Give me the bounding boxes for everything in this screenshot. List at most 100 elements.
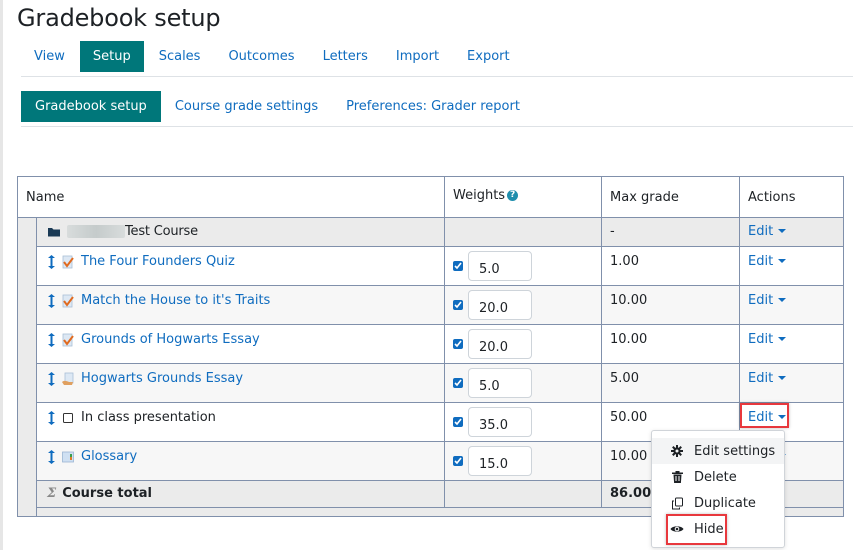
assignment-icon — [62, 372, 74, 385]
indent-column — [17, 217, 37, 517]
total-name-cell: Σ Course total — [35, 480, 446, 508]
item-link[interactable]: Glossary — [81, 449, 137, 464]
weight-input[interactable] — [468, 446, 533, 476]
sigma-icon: Σ — [47, 486, 57, 501]
trash-icon — [670, 471, 684, 483]
move-icon[interactable] — [48, 449, 55, 464]
header-weights-label: Weights — [453, 188, 506, 203]
move-icon[interactable] — [48, 371, 55, 386]
menu-item-duplicate[interactable]: Duplicate — [652, 490, 784, 516]
tab-setup[interactable]: Setup — [79, 41, 144, 72]
item-max-grade: 10.00 — [601, 285, 741, 325]
setup-subtabs: Gradebook setup Course grade settings Pr… — [21, 91, 534, 122]
item-name-cell: Hogwarts Grounds Essay — [35, 363, 446, 403]
subtab-gradebook-setup[interactable]: Gradebook setup — [21, 91, 161, 122]
tab-view[interactable]: View — [21, 41, 78, 72]
tab-outcomes[interactable]: Outcomes — [215, 41, 307, 72]
eye-icon — [670, 524, 684, 534]
weight-input[interactable] — [468, 290, 533, 320]
header-max-grade: Max grade — [601, 176, 741, 218]
caret-down-icon — [778, 297, 787, 302]
item-max-grade: 5.00 — [601, 363, 741, 403]
edit-actions-dropdown: Edit settings Delete Duplicate Hide — [651, 430, 785, 548]
tab-export[interactable]: Export — [454, 41, 523, 72]
item-edit-menu-button[interactable]: Edit — [748, 293, 787, 308]
quiz-icon — [62, 255, 74, 268]
edit-label: Edit — [748, 293, 774, 308]
glossary-icon — [62, 451, 74, 462]
caret-down-icon — [778, 336, 787, 341]
category-edit-menu-button[interactable]: Edit — [748, 224, 787, 239]
menu-item-hide[interactable]: Hide — [652, 516, 784, 542]
item-edit-menu-button-open[interactable]: Edit — [748, 410, 787, 425]
weight-override-checkbox[interactable] — [453, 339, 464, 349]
weight-override-checkbox[interactable] — [453, 300, 464, 310]
weight-override-checkbox[interactable] — [453, 417, 464, 427]
grade-item-row: Match the House to it's Traits 10.00 Edi… — [18, 285, 845, 325]
edit-label: Edit — [748, 332, 774, 347]
weight-input[interactable] — [468, 251, 533, 281]
item-name-cell: Grounds of Hogwarts Essay — [35, 324, 446, 364]
menu-item-delete[interactable]: Delete — [652, 464, 784, 490]
category-actions-cell: Edit — [739, 217, 845, 247]
weight-input[interactable] — [468, 368, 533, 398]
category-max-grade: - — [601, 217, 741, 247]
tabs-divider — [21, 76, 853, 77]
folder-icon — [48, 227, 60, 236]
quiz-icon — [62, 333, 74, 346]
item-actions-cell: Edit — [739, 285, 845, 325]
item-weight-cell — [444, 402, 603, 442]
subtab-preferences-grader-report[interactable]: Preferences: Grader report — [332, 91, 534, 122]
tab-import[interactable]: Import — [383, 41, 452, 72]
weight-input[interactable] — [468, 329, 533, 359]
item-edit-menu-button[interactable]: Edit — [748, 254, 787, 269]
tab-letters[interactable]: Letters — [310, 41, 381, 72]
quiz-icon — [62, 294, 74, 307]
menu-item-label: Delete — [694, 469, 737, 485]
item-name: In class presentation — [81, 410, 216, 425]
item-link[interactable]: Hogwarts Grounds Essay — [81, 371, 243, 386]
caret-down-icon — [778, 228, 787, 233]
gradebook-tabs: View Setup Scales Outcomes Letters Impor… — [21, 41, 523, 72]
page-left-edge — [0, 0, 3, 550]
header-name: Name — [16, 176, 446, 218]
item-link[interactable]: Match the House to it's Traits — [81, 293, 270, 308]
move-icon[interactable] — [48, 410, 55, 425]
header-actions: Actions — [739, 176, 845, 218]
caret-down-icon — [778, 258, 787, 263]
move-icon[interactable] — [48, 332, 55, 347]
item-edit-menu-button[interactable]: Edit — [748, 371, 787, 386]
gear-icon — [670, 445, 684, 457]
item-weight-cell — [444, 441, 603, 481]
item-name-cell: The Four Founders Quiz — [35, 246, 446, 286]
edit-label: Edit — [748, 371, 774, 386]
menu-item-label: Edit settings — [694, 443, 776, 459]
redacted-course-prefix — [67, 225, 125, 238]
item-max-grade: 1.00 — [601, 246, 741, 286]
header-weights: Weights? — [444, 176, 603, 218]
weight-override-checkbox[interactable] — [453, 261, 464, 271]
total-name: Course total — [62, 486, 153, 501]
menu-item-label: Duplicate — [694, 495, 756, 511]
caret-down-icon — [778, 375, 787, 380]
tab-scales[interactable]: Scales — [146, 41, 214, 72]
weight-override-checkbox[interactable] — [453, 378, 464, 388]
menu-item-label: Hide — [694, 521, 724, 537]
subtab-course-grade-settings[interactable]: Course grade settings — [161, 91, 332, 122]
edit-label: Edit — [748, 224, 774, 239]
weight-input[interactable] — [468, 407, 533, 437]
menu-item-edit-settings[interactable]: Edit settings — [652, 438, 784, 464]
weight-override-checkbox[interactable] — [453, 456, 464, 466]
caret-down-icon — [778, 414, 787, 419]
item-link[interactable]: The Four Founders Quiz — [81, 254, 235, 269]
grade-item-row: Hogwarts Grounds Essay 5.00 Edit — [18, 363, 845, 403]
move-icon[interactable] — [48, 254, 55, 269]
category-name: Test Course — [125, 224, 198, 239]
move-icon[interactable] — [48, 293, 55, 308]
item-edit-menu-button[interactable]: Edit — [748, 332, 787, 347]
item-link[interactable]: Grounds of Hogwarts Essay — [81, 332, 260, 347]
manual-item-icon — [63, 412, 73, 423]
grade-item-row: The Four Founders Quiz 1.00 Edit — [18, 246, 845, 286]
help-icon[interactable]: ? — [507, 190, 519, 201]
edit-label: Edit — [748, 254, 774, 269]
